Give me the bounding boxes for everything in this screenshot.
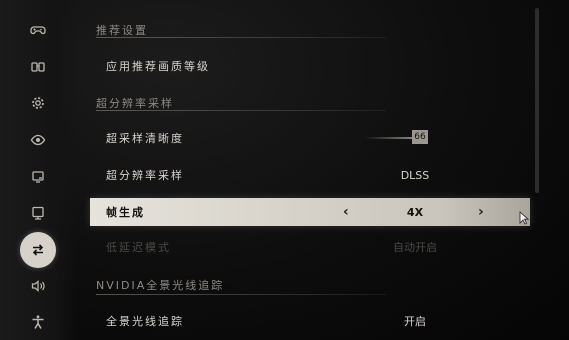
row-sharpness[interactable]: 超采样清晰度 66	[90, 123, 530, 153]
sharpness-slider-handle[interactable]: 66	[412, 130, 428, 144]
section-divider	[96, 110, 386, 111]
row-label: 低延迟模式	[106, 241, 171, 254]
speaker-icon[interactable]	[22, 270, 54, 302]
row-path-tracing[interactable]: 全景光线追踪 开启	[90, 306, 530, 336]
row-label: 应用推荐画质等级	[106, 60, 210, 73]
mouse-cursor-icon	[519, 211, 529, 225]
section-divider	[96, 37, 386, 38]
glasses-icon[interactable]	[22, 51, 54, 83]
section-title-recommended: 推荐设置	[96, 24, 148, 37]
low-latency-value: 自动开启	[393, 241, 437, 254]
monitor-icon[interactable]	[22, 197, 54, 229]
section-title-ray-tracing: NVIDIA全景光线追踪	[96, 279, 225, 292]
accessibility-icon[interactable]	[22, 306, 54, 338]
row-label: 超分辨率采样	[106, 169, 184, 182]
sharpness-slider-track[interactable]	[365, 137, 413, 139]
display-icon[interactable]	[22, 161, 54, 193]
row-apply-quality[interactable]: 应用推荐画质等级	[90, 51, 530, 81]
row-label: 超采样清晰度	[106, 132, 184, 145]
path-tracing-value: 开启	[404, 315, 426, 328]
upscaler-value: DLSS	[400, 168, 430, 182]
scrollbar[interactable]	[535, 8, 539, 193]
row-label: 帧生成	[106, 206, 145, 219]
chevron-right-icon[interactable]: ›	[478, 204, 484, 220]
section-divider	[96, 294, 386, 295]
gear-icon[interactable]	[22, 87, 54, 119]
eye-icon[interactable]	[22, 124, 54, 156]
section-title-upscaling: 超分辨率采样	[96, 97, 174, 110]
row-frame-generation[interactable]: 帧生成 ‹ 4X ›	[90, 198, 530, 226]
row-upscaler[interactable]: 超分辨率采样 DLSS	[90, 160, 530, 190]
sidebar	[0, 0, 78, 340]
gamepad-icon[interactable]	[22, 14, 54, 46]
row-low-latency: 低延迟模式 自动开启	[90, 232, 530, 262]
frame-gen-value: 4X	[406, 205, 424, 219]
chevron-left-icon[interactable]: ‹	[343, 204, 349, 220]
graphics-settings-icon[interactable]	[20, 232, 56, 268]
settings-panel: 推荐设置 应用推荐画质等级 超分辨率采样 超采样清晰度 66 超分辨率采样 DL…	[90, 0, 530, 340]
row-label: 全景光线追踪	[106, 315, 184, 328]
